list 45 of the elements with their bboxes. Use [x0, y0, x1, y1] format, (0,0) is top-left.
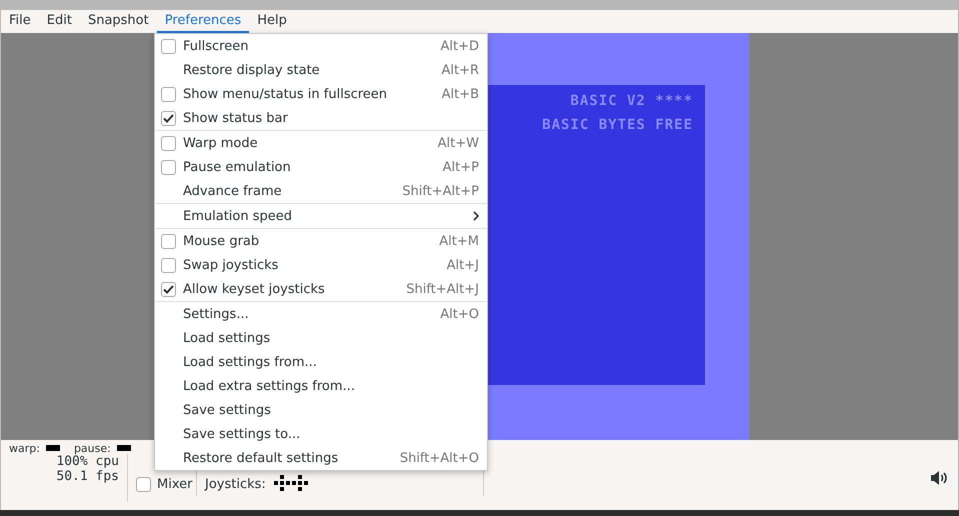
- pause-label: pause:: [74, 442, 111, 454]
- menu-item[interactable]: Snapshot: [80, 10, 157, 33]
- menu-option[interactable]: Load extra settings from...: [155, 374, 487, 398]
- menu-option[interactable]: Load settings from...: [155, 350, 487, 374]
- menu-option[interactable]: Settings... Alt+O: [155, 302, 487, 326]
- warp-indicator: [46, 445, 60, 451]
- screen-text: BASIC BYTES FREE: [542, 117, 693, 133]
- chevron-right-icon: [473, 211, 479, 221]
- menu-option[interactable]: Show status bar: [155, 106, 487, 130]
- checkbox[interactable]: [161, 136, 176, 150]
- menu-option[interactable]: Swap joysticks Alt+J: [155, 253, 487, 277]
- menu-item[interactable]: File: [1, 10, 39, 33]
- fps-text: 50.1 fps: [56, 469, 119, 484]
- menu-option[interactable]: Mouse grab Alt+M: [155, 229, 487, 253]
- checkbox[interactable]: [136, 477, 151, 492]
- joystick-icon: [292, 475, 308, 491]
- menu-item[interactable]: Edit: [38, 10, 80, 33]
- checkbox[interactable]: [161, 86, 176, 102]
- menu-option[interactable]: Restore default settings Shift+Alt+O: [155, 446, 487, 470]
- checkbox[interactable]: [161, 258, 176, 272]
- speaker-icon[interactable]: [931, 471, 948, 485]
- checkbox[interactable]: [161, 38, 176, 54]
- pause-indicator: [116, 445, 131, 451]
- menu-option[interactable]: Advance frame Shift+Alt+P: [155, 179, 487, 203]
- checkbox[interactable]: [161, 110, 176, 126]
- menu-option[interactable]: Load settings: [155, 326, 487, 350]
- warp-label: warp:: [9, 442, 40, 454]
- menu-option[interactable]: Show menu/status in fullscreen Alt+B: [155, 82, 487, 106]
- menu-option[interactable]: Fullscreen Alt+D: [155, 34, 487, 58]
- checkbox[interactable]: [161, 234, 176, 248]
- menu-option[interactable]: Restore display state Alt+R: [155, 58, 487, 82]
- screen-text: BASIC V2 ****: [570, 93, 693, 109]
- menu-option[interactable]: Pause emulation Alt+P: [155, 155, 487, 179]
- menu-item[interactable]: Help: [249, 10, 295, 33]
- menu-option[interactable]: Save settings to...: [155, 422, 487, 446]
- mixer-label: Mixer: [157, 477, 192, 492]
- joysticks-label: Joysticks:: [205, 477, 266, 492]
- cpu-text: 100% cpu: [56, 454, 119, 469]
- joystick-icon: [274, 475, 290, 491]
- menu-option[interactable]: Save settings: [155, 398, 487, 422]
- submenu-option[interactable]: Emulation speed: [155, 204, 487, 228]
- menu-option[interactable]: Allow keyset joysticks Shift+Alt+J: [155, 277, 487, 301]
- checkbox[interactable]: [161, 160, 176, 174]
- menu-option[interactable]: Warp mode Alt+W: [155, 131, 487, 155]
- checkbox[interactable]: [161, 282, 176, 296]
